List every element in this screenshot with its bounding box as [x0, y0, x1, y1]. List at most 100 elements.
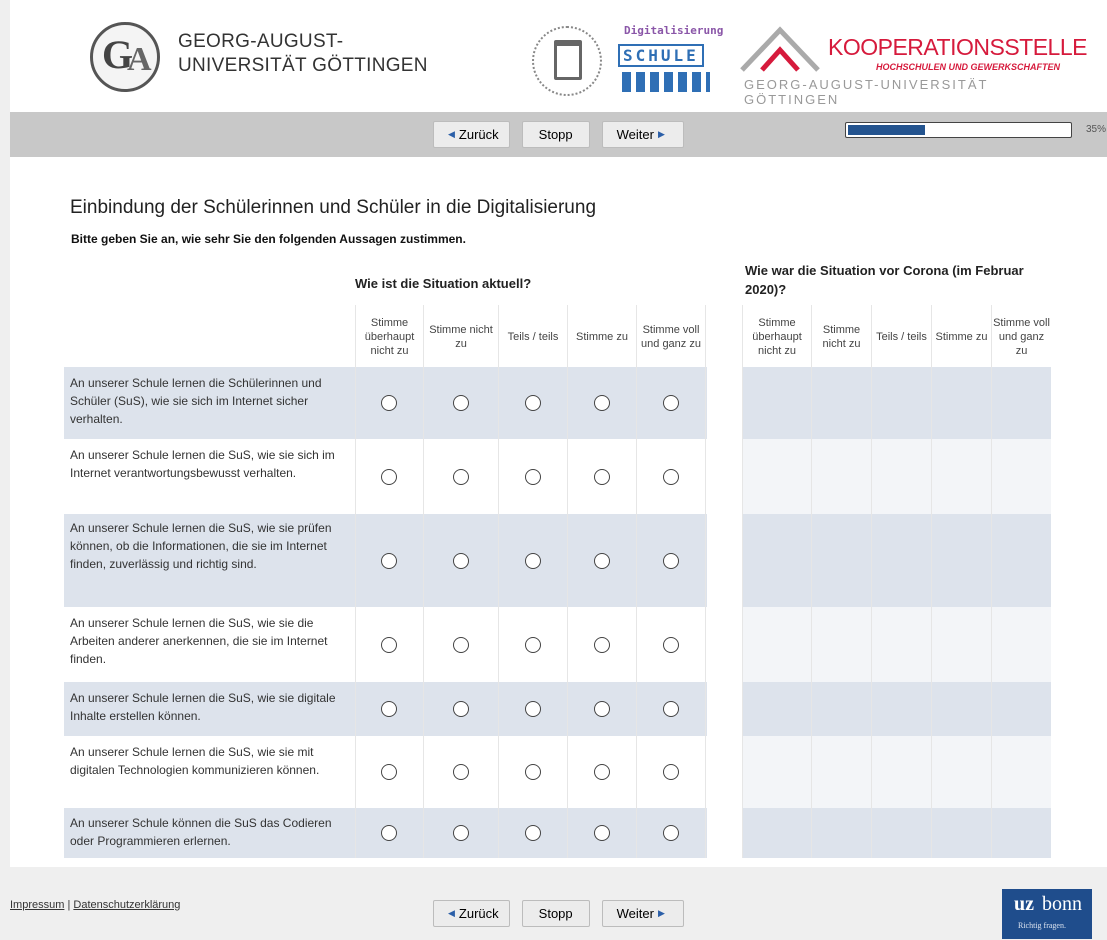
- radio-option[interactable]: [524, 636, 541, 653]
- radio-option[interactable]: [524, 701, 541, 717]
- kooperationsstelle-logo: KOOPERATIONSSTELLE HOCHSCHULEN UND GEWER…: [738, 22, 1087, 107]
- radio-option[interactable]: [662, 395, 679, 411]
- row-shade-before: [742, 682, 1051, 736]
- arrow-left-icon: ◀: [448, 129, 455, 139]
- schule-word: SCHULE: [618, 44, 704, 67]
- radio-cell: [423, 514, 498, 607]
- radio-option[interactable]: [593, 636, 610, 653]
- header: GA GEORG-AUGUST-UNIVERSITÄT GÖTTINGEN Di…: [10, 0, 1107, 112]
- datenschutz-link[interactable]: Datenschutzerklärung: [73, 899, 180, 911]
- question-row: An unserer Schule lernen die SuS, wie si…: [64, 736, 1105, 808]
- stop-button[interactable]: Stopp: [521, 121, 590, 148]
- radio-option[interactable]: [662, 552, 679, 569]
- radio-option[interactable]: [593, 552, 610, 569]
- radio-option[interactable]: [662, 764, 679, 780]
- radio-cell: [355, 808, 423, 858]
- radio-option[interactable]: [524, 825, 541, 841]
- scale-header-now: Stimme voll und ganz zu: [636, 305, 705, 368]
- uzbonn-uz: uz: [1014, 893, 1034, 915]
- uzbonn-tagline: Richtig fragen.: [1018, 921, 1066, 930]
- scale-header-now: Stimme nicht zu: [423, 305, 498, 368]
- row-shade-before: [742, 808, 1051, 858]
- scale-header-before: Stimme nicht zu: [811, 305, 871, 368]
- row-shade-before: [742, 367, 1051, 439]
- radio-option[interactable]: [593, 764, 610, 780]
- back-button[interactable]: ◀ Zurück: [433, 121, 510, 148]
- next-button[interactable]: Weiter ▶: [601, 900, 684, 927]
- radio-option[interactable]: [381, 764, 397, 780]
- radio-option[interactable]: [524, 764, 541, 780]
- radio-cell: [355, 439, 423, 514]
- column-divider: [498, 305, 499, 858]
- radio-cell: [567, 736, 636, 808]
- radio-option[interactable]: [452, 825, 469, 841]
- stop-button[interactable]: Stopp: [521, 900, 590, 927]
- foundation-seal-icon: [532, 26, 602, 96]
- radio-option[interactable]: [381, 468, 397, 485]
- main-content: Einbindung der Schülerinnen und Schüler …: [10, 157, 1107, 867]
- arrow-right-icon: ▶: [657, 129, 665, 139]
- question-row: An unserer Schule lernen die SuS, wie si…: [64, 607, 1105, 682]
- radio-option[interactable]: [524, 552, 541, 569]
- radio-cell: [498, 808, 567, 858]
- column-divider: [355, 305, 356, 858]
- column-divider: [705, 305, 706, 858]
- radio-option[interactable]: [662, 825, 679, 841]
- radio-cell: [567, 607, 636, 682]
- back-button[interactable]: ◀ Zurück: [433, 900, 510, 927]
- radio-option[interactable]: [452, 701, 469, 717]
- radio-option[interactable]: [452, 636, 469, 653]
- radio-option[interactable]: [452, 468, 469, 485]
- radio-cell: [355, 514, 423, 607]
- radio-cell: [636, 736, 705, 808]
- survey-page: GA GEORG-AUGUST-UNIVERSITÄT GÖTTINGEN Di…: [0, 0, 1107, 940]
- radio-cell: [567, 514, 636, 607]
- radio-cell: [355, 367, 423, 439]
- impressum-link[interactable]: Impressum: [10, 899, 64, 911]
- radio-cell: [636, 439, 705, 514]
- column-divider: [811, 305, 812, 858]
- arrow-right-icon: ▶: [657, 908, 665, 918]
- radio-option[interactable]: [452, 764, 469, 780]
- radio-option[interactable]: [381, 701, 397, 717]
- people-icon: [622, 72, 710, 92]
- radio-cell: [423, 607, 498, 682]
- next-button[interactable]: Weiter ▶: [601, 121, 684, 148]
- radio-option[interactable]: [524, 395, 541, 411]
- stop-label: Stopp: [538, 906, 573, 921]
- progress-fill: [848, 125, 926, 135]
- radio-option[interactable]: [593, 468, 610, 485]
- radio-cell: [423, 682, 498, 736]
- column-divider: [991, 305, 992, 858]
- footer-links: Impressum | Datenschutzerklärung: [10, 899, 180, 911]
- radio-option[interactable]: [593, 825, 610, 841]
- question-text: An unserer Schule lernen die SuS, wie si…: [70, 616, 328, 666]
- radio-option[interactable]: [381, 552, 397, 569]
- stop-label: Stopp: [538, 127, 573, 142]
- uzbonn-bonn: bonn: [1042, 893, 1082, 915]
- koop-name: KOOPERATIONSSTELLE: [828, 34, 1087, 60]
- radio-option[interactable]: [524, 468, 541, 485]
- radio-option[interactable]: [593, 701, 610, 717]
- radio-option[interactable]: [381, 636, 397, 653]
- university-name: GEORG-AUGUST-UNIVERSITÄT GÖTTINGEN: [178, 31, 428, 76]
- row-shade-before: [742, 736, 1051, 808]
- radio-option[interactable]: [452, 395, 469, 411]
- instruction: Bitte geben Sie an, wie sehr Sie den fol…: [71, 232, 466, 246]
- scale-header-before: Stimme zu: [931, 305, 991, 368]
- radio-option[interactable]: [662, 701, 679, 717]
- radio-option[interactable]: [381, 825, 397, 841]
- back-label: Zurück: [458, 127, 499, 142]
- column-divider: [742, 305, 743, 858]
- university-logo: GA GEORG-AUGUST-UNIVERSITÄT GÖTTINGEN: [80, 18, 460, 98]
- radio-option[interactable]: [662, 636, 679, 653]
- radio-option[interactable]: [452, 552, 469, 569]
- row-shade-before: [742, 439, 1051, 514]
- radio-option[interactable]: [662, 468, 679, 485]
- radio-option[interactable]: [381, 395, 397, 411]
- uzbonn-logo[interactable]: uz bonn Richtig fragen.: [1002, 889, 1092, 939]
- navigation-bar: ◀ Zurück Stopp Weiter ▶ 35%: [10, 112, 1107, 157]
- radio-cell: [423, 439, 498, 514]
- page-title: Einbindung der Schülerinnen und Schüler …: [70, 197, 597, 218]
- radio-option[interactable]: [593, 395, 610, 411]
